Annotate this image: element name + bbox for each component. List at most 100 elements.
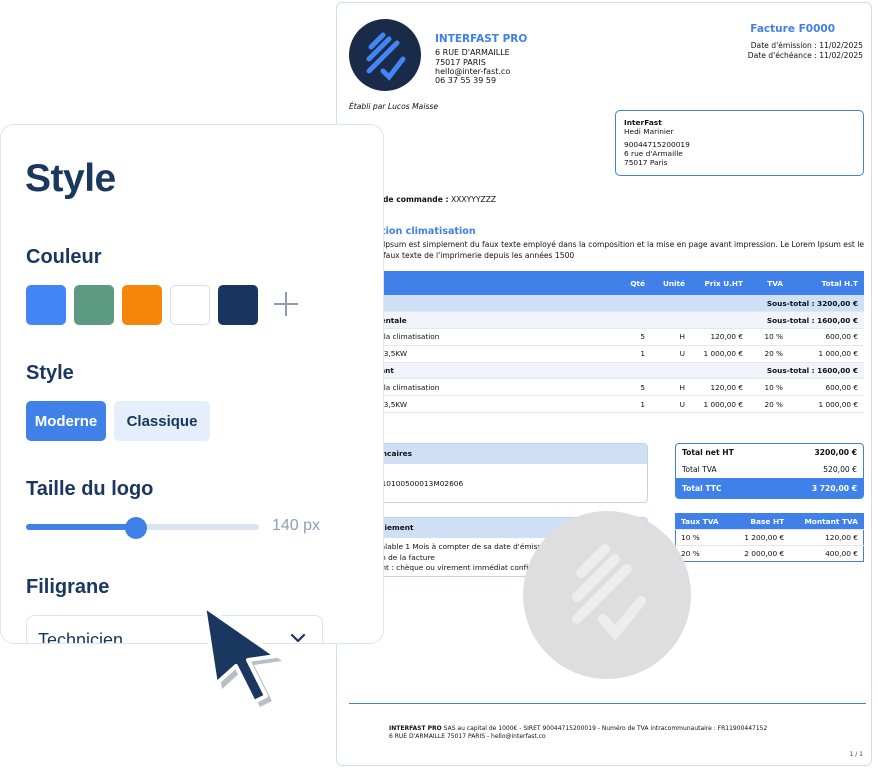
invoice-description: Ipsum est simplement du faux texte emplo… [383,240,865,260]
items-header-row: ation Qté Unité Prix U.HT TVA Total H.T [337,271,864,295]
col-price: Prix U.HT [691,271,749,295]
color-swatch-orange[interactable] [122,285,162,325]
panel-title: Style [25,157,116,200]
client-contact: Hedi Marinier [624,127,674,136]
company-name: INTERFAST PRO [435,33,528,45]
logo-icon [349,19,421,91]
author: Établi par Lucos Maisse [349,102,439,111]
item-price: 120,00 € [691,328,749,346]
item-total: 1 000,00 € [789,395,864,414]
color-swatch-white[interactable] [170,285,210,325]
item-price: 1 000,00 € [691,395,749,414]
bank-line: FR14200410100500013M02606 [344,478,464,488]
watermark-icon [523,511,691,679]
footer-line-2: 6 RUE D'ARMAILLE 75017 PARIS - hello@int… [389,733,546,740]
order-value: XXXYYYZZZ [451,195,497,204]
logo-size-value: 140 px [272,517,321,534]
style-classic-button[interactable]: Classique [114,401,210,441]
issue-date: Date d'émission : 11/02/2025 [750,41,863,50]
item-unit: U [651,395,691,414]
bank-line: ABAFRPP [344,489,641,500]
table-row: Sous-total : 3200,00 € [337,295,864,313]
client-box: InterFast Hedi Marinier 90044715200019 6… [615,110,864,176]
item-total: 600,00 € [789,328,864,346]
due-date: Date d'échéance : 11/02/2025 [747,51,863,60]
item-total: 600,00 € [789,378,864,397]
item-tva: 20 % [749,345,789,363]
logo-size-label: Taille du logo [26,478,154,500]
table-row: 10 % 1 200,00 € 120,00 € [675,529,864,546]
tva-header-row: Taux TVA Base HT Montant TVA [675,513,864,530]
invoice-title: Facture F0000 [750,23,835,35]
chevron-down-icon [290,633,306,643]
table-row: allation de la climatisation 5 H 120,00 … [337,378,864,397]
total-tva-row: Total TVA 520,00 € [676,461,863,478]
company-address-2: 75017 PARIS [435,58,486,67]
tva-col-base: Base HT [731,513,790,530]
client-name: InterFast [624,118,662,127]
company-phone: 06 37 55 39 59 [435,76,497,85]
style-modern-button[interactable]: Moderne [26,401,106,441]
col-total: Total H.T [789,271,864,295]
color-label: Couleur [26,246,102,268]
watermark-label: Filigrane [26,576,110,598]
table-row: subishi HR 3,5KW 1 U 1 000,00 € 20 % 1 0… [337,345,864,363]
item-tva: 10 % [749,378,789,397]
group-label: mbre parentale [337,311,691,330]
slider-fill [26,524,136,530]
table-row: mbre parentale Sous-total : 1600,00 € [337,311,864,330]
invoice-document: INTERFAST PRO 6 RUE D'ARMAILLE 75017 PAR… [336,2,872,766]
tva-amount: 120,00 € [789,529,864,546]
cursor-icon [202,604,282,707]
footer-legal: SAS au capital de 1000€ - SIRET 90044715… [443,725,768,732]
watermark-select-value: Technicien [38,630,124,644]
item-unit: H [651,328,691,346]
color-swatch-navy[interactable] [218,285,258,325]
tva-col-amount: Montant TVA [789,513,864,530]
color-swatch-green[interactable] [74,285,114,325]
plus-icon[interactable] [273,291,299,317]
item-tva: 10 % [749,328,789,346]
footer-line-1: INTERFAST PRO SAS au capital de 1000€ - … [389,725,767,732]
col-qty: Qté [617,271,651,295]
total-net-row: Total net HT 3200,00 € [676,444,863,461]
total-net-label: Total net HT [682,448,734,457]
col-tva: TVA [749,271,789,295]
item-price: 120,00 € [691,378,749,397]
total-tva-label: Total TVA [682,465,717,474]
client-address-2: 75017 Paris [624,158,668,167]
order-label: de commande : [383,195,449,204]
group-subtotal: Sous-total : 1600,00 € [691,362,864,380]
table-row: mbre enfant Sous-total : 1600,00 € [337,362,864,380]
totals-box: Total net HT 3200,00 € Total TVA 520,00 … [675,443,864,499]
order-number: de commande : XXXYYYZZZ [383,195,496,204]
total-tva-value: 520,00 € [823,465,857,474]
style-label: Style [26,362,74,384]
footer-divider [349,703,866,704]
tva-amount: 400,00 € [789,545,864,562]
company-address-1: 6 RUE D'ARMAILLE [435,48,510,57]
group-label: mbre enfant [337,362,691,380]
company-email: hello@inter-fast.co [435,67,511,76]
item-price: 1 000,00 € [691,345,749,363]
bank-title: nnées bancaires [338,444,647,464]
item-qty: 1 [617,395,651,414]
group-subtotal: Sous-total : 1600,00 € [691,311,864,330]
total-ttc-row: Total TTC 3 720,00 € [676,478,863,498]
color-swatch-blue[interactable] [26,285,66,325]
subtotal-main: Sous-total : 3200,00 € [337,295,864,313]
item-qty: 1 [617,345,651,363]
item-total: 1 000,00 € [789,345,864,363]
items-table: ation Qté Unité Prix U.HT TVA Total H.T … [337,271,864,414]
slider-handle[interactable] [124,517,147,539]
client-siret: 90044715200019 [624,140,690,149]
tva-base: 1 200,00 € [731,529,790,546]
item-unit: U [651,345,691,363]
total-ttc-label: Total TTC [682,483,722,493]
item-qty: 5 [617,378,651,397]
table-row: subishi HR 3,5KW 1 U 1 000,00 € 20 % 1 0… [337,395,864,414]
item-unit: H [651,378,691,397]
table-row: 20 % 2 000,00 € 400,00 € [675,545,864,562]
invoice-subject: tion climatisation [381,226,476,237]
client-address-1: 6 rue d'Armaille [624,149,683,158]
